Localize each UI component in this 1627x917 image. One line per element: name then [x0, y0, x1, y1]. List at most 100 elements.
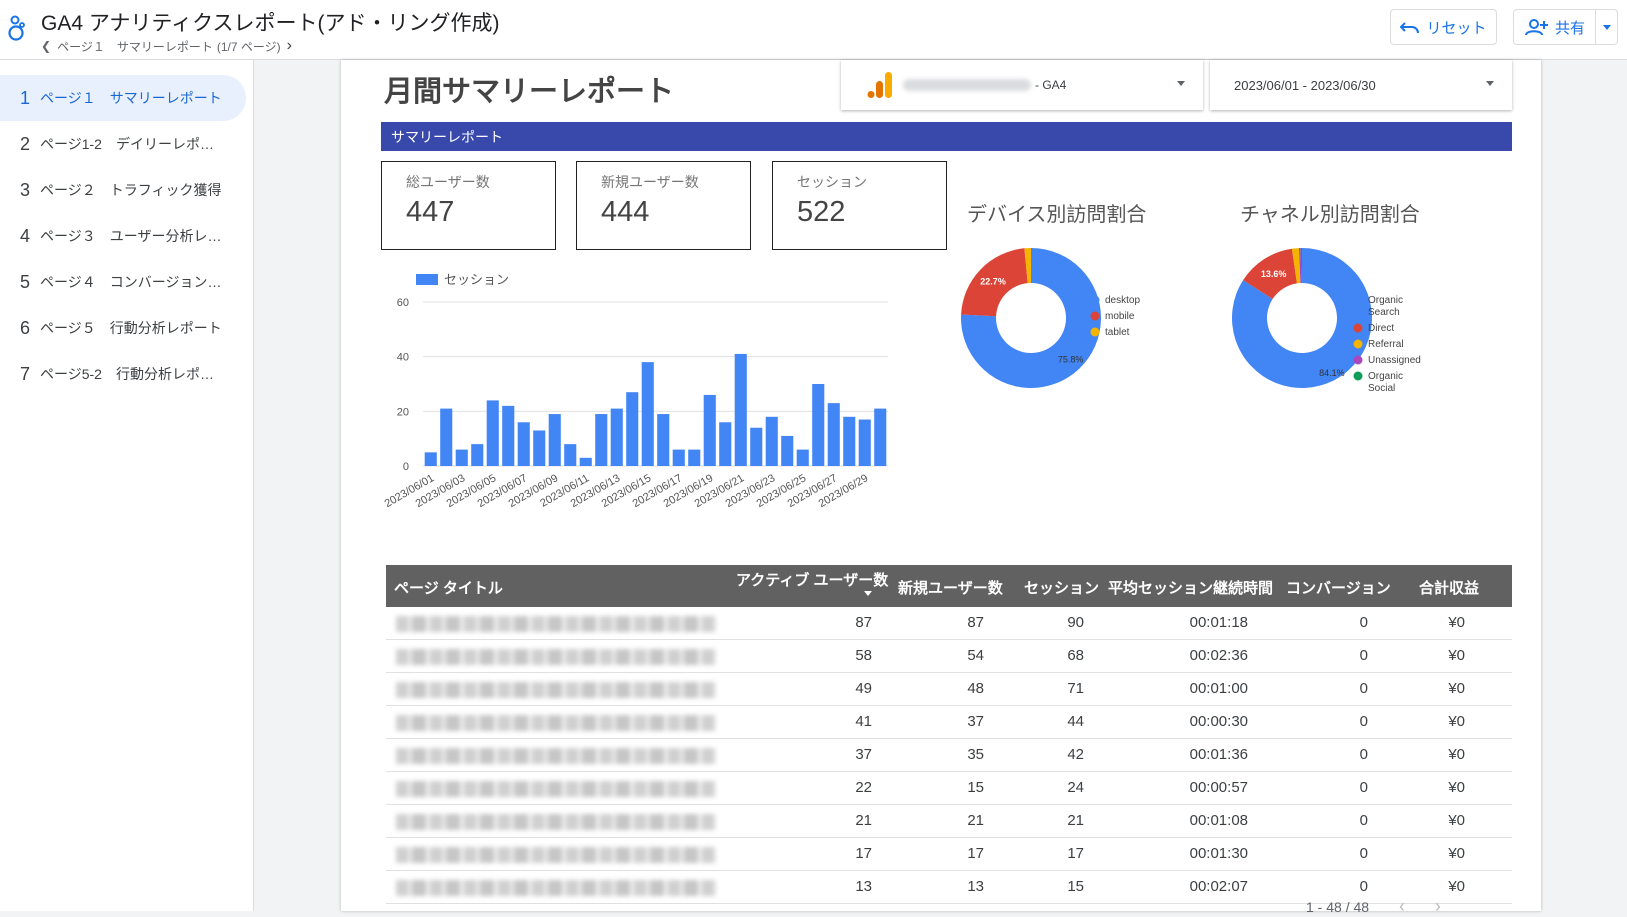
report-title: 月間サマリーレポート	[384, 76, 675, 108]
column-header-page-title[interactable]: ページ タイトル	[394, 577, 503, 598]
table-row[interactable]: 58 54 68 00:02:36 0 ¥0	[386, 640, 1512, 673]
bar[interactable]	[796, 449, 809, 466]
bar[interactable]	[734, 353, 747, 466]
table-cell: 00:00:30	[1189, 713, 1248, 730]
bar[interactable]	[781, 435, 794, 466]
nav-item-page-5[interactable]: 6 ページ５ 行動分析レポート	[0, 305, 246, 351]
column-header-sessions[interactable]: セッション	[1024, 577, 1099, 598]
nav-item-page-2[interactable]: 3 ページ２ トラフィック獲得	[0, 167, 246, 213]
page-title-redacted	[396, 616, 716, 632]
scorecard-value: 522	[797, 196, 846, 228]
legend-swatch	[1090, 327, 1100, 337]
table-cell: ¥0	[1448, 878, 1465, 895]
bar[interactable]	[610, 408, 623, 466]
table-cell: 0	[1359, 845, 1368, 862]
channel-donut-chart[interactable]: 84.1%13.6%Organic SearchDirectReferralUna…	[1231, 245, 1491, 405]
bar[interactable]	[424, 452, 437, 466]
bar[interactable]	[688, 449, 701, 466]
page-title-redacted	[396, 715, 716, 731]
bar[interactable]	[533, 430, 546, 466]
bar[interactable]	[874, 408, 887, 466]
bar[interactable]	[595, 414, 608, 466]
datasource-control[interactable]: - GA4	[841, 60, 1203, 110]
nav-item-number: 3	[19, 179, 30, 200]
bar[interactable]	[471, 444, 484, 466]
column-header-active-users[interactable]: アクティブ ユーザー数	[736, 569, 888, 596]
bar[interactable]	[672, 449, 685, 466]
next-page-icon[interactable]: ›	[1435, 896, 1441, 916]
nav-item-page-5-2[interactable]: 7 ページ5-2 行動分析レポート	[0, 351, 246, 397]
table-row[interactable]: 17 17 17 00:01:30 0 ¥0	[386, 838, 1512, 871]
table-cell: 00:00:57	[1189, 779, 1248, 796]
table-row[interactable]: 41 37 44 00:00:30 0 ¥0	[386, 706, 1512, 739]
device-chart-title: デバイス別訪問割合	[967, 204, 1147, 226]
bar[interactable]	[765, 416, 778, 466]
table-cell: 54	[967, 647, 984, 664]
table-cell: 0	[1359, 878, 1368, 895]
bar[interactable]	[641, 362, 654, 466]
bar[interactable]	[657, 414, 670, 466]
table-row[interactable]: 21 21 21 00:01:08 0 ¥0	[386, 805, 1512, 838]
nav-item-page-1-2[interactable]: 2 ページ1-2 デイリーレポート	[0, 121, 246, 167]
table-cell: 15	[1067, 878, 1084, 895]
datasource-suffix: - GA4	[1035, 78, 1067, 92]
bar[interactable]	[812, 384, 825, 466]
table-cell: 68	[1067, 647, 1084, 664]
table-pagination: 1 - 48 / 48 ‹ ›	[1306, 896, 1441, 917]
share-dropdown-toggle[interactable]	[1595, 10, 1617, 44]
table-cell: 0	[1359, 713, 1368, 730]
nav-item-label: ページ１ サマリーレポート	[40, 90, 222, 106]
chevron-right-icon[interactable]: ›	[287, 37, 292, 55]
table-cell: 22	[855, 779, 872, 796]
bar[interactable]	[579, 457, 592, 466]
bar[interactable]	[502, 405, 515, 466]
undo-icon	[1400, 22, 1420, 34]
bar[interactable]	[719, 422, 732, 466]
table-row[interactable]: 37 35 42 00:01:36 0 ¥0	[386, 739, 1512, 772]
column-header-revenue[interactable]: 合計収益	[1419, 577, 1479, 598]
column-header-avg-session-duration[interactable]: 平均セッション継続時間	[1108, 577, 1273, 598]
reset-button[interactable]: リセット	[1390, 9, 1497, 45]
table-row[interactable]: 49 48 71 00:01:00 0 ¥0	[386, 673, 1512, 706]
bar[interactable]	[564, 444, 577, 466]
chevron-left-icon[interactable]: ❮	[41, 39, 51, 53]
nav-item-number: 1	[19, 87, 30, 108]
nav-item-page-3[interactable]: 4 ページ３ ユーザー分析レポート	[0, 213, 246, 259]
bar[interactable]	[843, 416, 856, 466]
nav-item-number: 2	[19, 133, 30, 154]
bar[interactable]	[517, 422, 530, 466]
table-cell: 13	[967, 878, 984, 895]
table-cell: ¥0	[1448, 647, 1465, 664]
prev-page-icon[interactable]: ‹	[1399, 896, 1405, 916]
nav-item-page-4[interactable]: 5 ページ４ コンバージョンレポート	[0, 259, 246, 305]
date-range-control[interactable]: 2023/06/01 - 2023/06/30	[1210, 60, 1512, 110]
looker-studio-logo-icon[interactable]	[6, 12, 28, 42]
bar[interactable]	[626, 392, 639, 466]
nav-item-page-1[interactable]: 1 ページ１ サマリーレポート	[0, 75, 246, 121]
legend-swatch	[1353, 339, 1363, 349]
sessions-bar-chart[interactable]: 02040602023/06/012023/06/032023/06/05202…	[371, 270, 901, 540]
share-button[interactable]: 共有	[1513, 9, 1618, 45]
bar[interactable]	[750, 427, 763, 466]
column-header-new-users[interactable]: 新規ユーザー数	[898, 577, 1003, 598]
report-name[interactable]: GA4 アナリティクスレポート(アド・リング作成)	[41, 7, 500, 37]
nav-item-label: ページ２ トラフィック獲得	[40, 182, 222, 198]
device-donut-chart[interactable]: 75.8% 22.7% desktop mobile tablet	[961, 245, 1211, 405]
bar[interactable]	[548, 414, 561, 466]
bar[interactable]	[858, 419, 871, 466]
bar[interactable]	[440, 408, 453, 466]
column-header-conversions[interactable]: コンバージョン	[1286, 577, 1391, 598]
table-cell: 17	[1067, 845, 1084, 862]
bar[interactable]	[827, 403, 840, 466]
reset-label: リセット	[1426, 19, 1487, 37]
table-row[interactable]: 87 87 90 00:01:18 0 ¥0	[386, 607, 1512, 640]
page-title-redacted	[396, 880, 716, 896]
datasource-name-redacted	[903, 79, 1031, 91]
bar[interactable]	[703, 394, 716, 466]
bar[interactable]	[486, 400, 499, 466]
bar[interactable]	[455, 449, 468, 466]
breadcrumb-page-count: (1/7 ページ)	[216, 39, 281, 54]
share-main[interactable]: 共有	[1514, 10, 1596, 44]
table-cell: 71	[1067, 680, 1084, 697]
table-row[interactable]: 22 15 24 00:00:57 0 ¥0	[386, 772, 1512, 805]
